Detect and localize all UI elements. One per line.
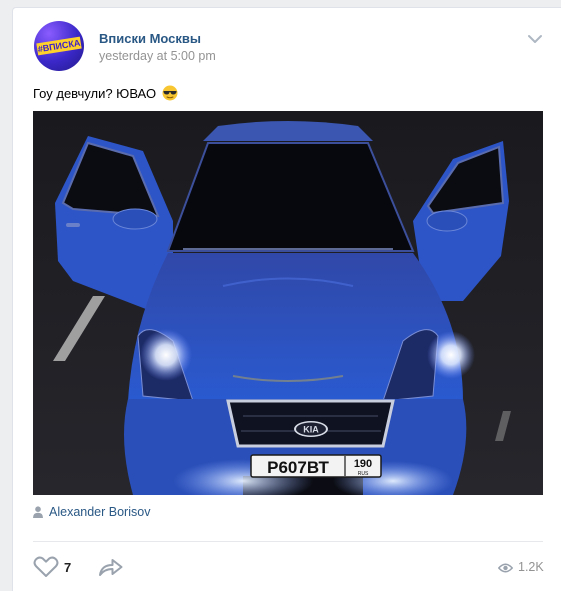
signer-name: Alexander Borisov: [49, 505, 151, 519]
share-arrow-icon[interactable]: [97, 556, 125, 578]
community-name-link[interactable]: Вписки Москвы: [99, 31, 201, 46]
eye-icon: [497, 563, 514, 573]
community-avatar[interactable]: #ВПИСКА: [34, 21, 84, 71]
post-text: Гоу девчули? ЮВАО: [33, 85, 178, 103]
post-text-content: Гоу девчули? ЮВАО: [33, 86, 157, 101]
license-plate-region: 190: [354, 458, 372, 470]
like-count[interactable]: 7: [64, 560, 71, 575]
heart-icon[interactable]: [33, 556, 59, 578]
kia-badge: KIA: [303, 425, 319, 435]
post-divider: [33, 541, 543, 542]
post-photo[interactable]: KIA Р607ВТ 190 RUS: [33, 111, 543, 495]
user-icon: [33, 506, 43, 518]
post-signer[interactable]: Alexander Borisov: [33, 505, 150, 519]
chevron-down-icon[interactable]: [527, 33, 543, 45]
sunglasses-emoji-icon: [162, 85, 178, 101]
avatar-tag-text: #ВПИСКА: [36, 36, 82, 56]
post-date[interactable]: yesterday at 5:00 pm: [99, 49, 216, 63]
car-photo-illustration: KIA Р607ВТ 190 RUS: [33, 111, 543, 495]
license-plate-country: RUS: [358, 471, 369, 477]
license-plate-number: Р607ВТ: [267, 458, 329, 477]
post-card: #ВПИСКА Вписки Москвы yesterday at 5:00 …: [12, 7, 561, 591]
views-counter: 1.2K: [497, 560, 544, 574]
views-count: 1.2K: [518, 560, 544, 574]
